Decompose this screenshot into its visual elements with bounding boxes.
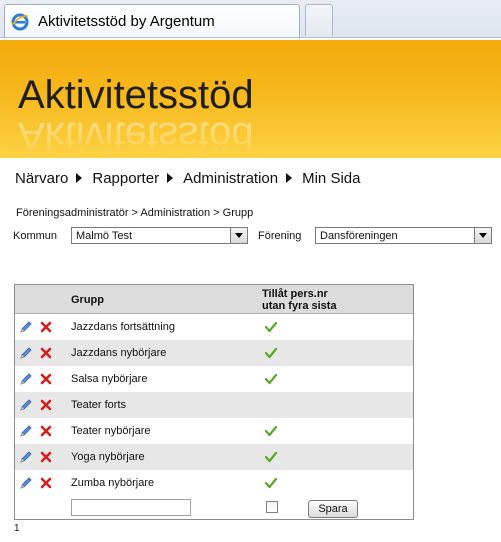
filter-bar: Kommun Malmö Test Förening Dansföreninge… [13, 227, 493, 245]
column-header-grupp: Grupp [71, 294, 104, 306]
group-name: Zumba nybörjare [71, 477, 155, 489]
delete-x-icon[interactable] [40, 451, 52, 463]
new-tab-button[interactable] [305, 4, 333, 36]
save-button[interactable]: Spara [308, 500, 358, 518]
checkmark-icon [264, 346, 278, 360]
forening-select[interactable]: Dansföreningen [315, 227, 492, 244]
nav-item-min-sida[interactable]: Min Sida [302, 170, 360, 187]
nav-item-narvaro[interactable]: Närvaro [15, 170, 68, 187]
internet-explorer-icon [11, 13, 29, 31]
group-name: Jazzdans fortsättning [71, 321, 175, 333]
kommun-label: Kommun [13, 230, 58, 242]
chevron-down-icon[interactable] [230, 228, 247, 243]
edit-pencil-icon[interactable] [19, 476, 33, 490]
checkmark-icon [264, 372, 278, 386]
table-row: Teater forts [15, 392, 413, 418]
nav-arrow-icon [286, 173, 293, 183]
breadcrumb: Föreningsadministratör > Administration … [16, 207, 254, 219]
browser-tab[interactable]: Aktivitetsstöd by Argentum [4, 4, 300, 37]
browser-tab-bar: Aktivitetsstöd by Argentum [0, 0, 501, 38]
delete-x-icon[interactable] [40, 477, 52, 489]
forening-value: Dansföreningen [320, 230, 398, 242]
edit-pencil-icon[interactable] [19, 320, 33, 334]
edit-pencil-icon[interactable] [19, 398, 33, 412]
group-name: Yoga nybörjare [71, 451, 145, 463]
group-name: Jazzdans nybörjare [71, 347, 167, 359]
delete-x-icon[interactable] [40, 425, 52, 437]
group-name: Teater forts [71, 399, 127, 411]
nav-item-administration[interactable]: Administration [183, 170, 278, 187]
column-header-allow-line2: utan fyra sista [262, 300, 337, 312]
table-header: Grupp Tillåt pers.nr utan fyra sista [15, 285, 413, 314]
main-nav: Närvaro Rapporter Administration Min Sid… [15, 167, 360, 189]
edit-pencil-icon[interactable] [19, 450, 33, 464]
new-group-input[interactable] [71, 499, 191, 516]
column-header-allow-line1: Tillåt pers.nr [262, 288, 328, 300]
edit-pencil-icon[interactable] [19, 346, 33, 360]
table-row: Teater nybörjare [15, 418, 413, 444]
table-row: Jazzdans fortsättning [15, 314, 413, 340]
nav-arrow-icon [167, 173, 174, 183]
kommun-select[interactable]: Malmö Test [71, 227, 248, 244]
checkmark-icon [264, 476, 278, 490]
header-banner: Aktivitetsstöd Aktivitetsstöd [0, 40, 501, 158]
browser-tab-title: Aktivitetsstöd by Argentum [38, 13, 215, 30]
table-row: Jazzdans nybörjare [15, 340, 413, 366]
nav-arrow-icon [76, 173, 83, 183]
kommun-value: Malmö Test [76, 230, 133, 242]
group-name: Teater nybörjare [71, 425, 151, 437]
delete-x-icon[interactable] [40, 321, 52, 333]
group-name: Salsa nybörjare [71, 373, 148, 385]
group-table: Grupp Tillåt pers.nr utan fyra sista Jaz… [14, 284, 414, 520]
table-row: Salsa nybörjare [15, 366, 413, 392]
edit-pencil-icon[interactable] [19, 424, 33, 438]
app-logo: Aktivitetsstöd [18, 73, 254, 117]
delete-x-icon[interactable] [40, 347, 52, 359]
table-row: Zumba nybörjare [15, 470, 413, 496]
pager-page-number[interactable]: 1 [14, 523, 20, 534]
checkmark-icon [264, 320, 278, 334]
edit-pencil-icon[interactable] [19, 372, 33, 386]
table-row: Yoga nybörjare [15, 444, 413, 470]
delete-x-icon[interactable] [40, 399, 52, 411]
checkmark-icon [264, 424, 278, 438]
allow-persnr-checkbox[interactable] [266, 501, 278, 513]
delete-x-icon[interactable] [40, 373, 52, 385]
new-group-row: Spara [15, 495, 413, 519]
chevron-down-icon[interactable] [474, 228, 491, 243]
app-logo-reflection: Aktivitetsstöd [18, 114, 254, 158]
forening-label: Förening [258, 230, 302, 242]
checkmark-icon [264, 450, 278, 464]
column-header-allow-persnr: Tillåt pers.nr utan fyra sista [262, 288, 337, 312]
nav-item-rapporter[interactable]: Rapporter [92, 170, 159, 187]
